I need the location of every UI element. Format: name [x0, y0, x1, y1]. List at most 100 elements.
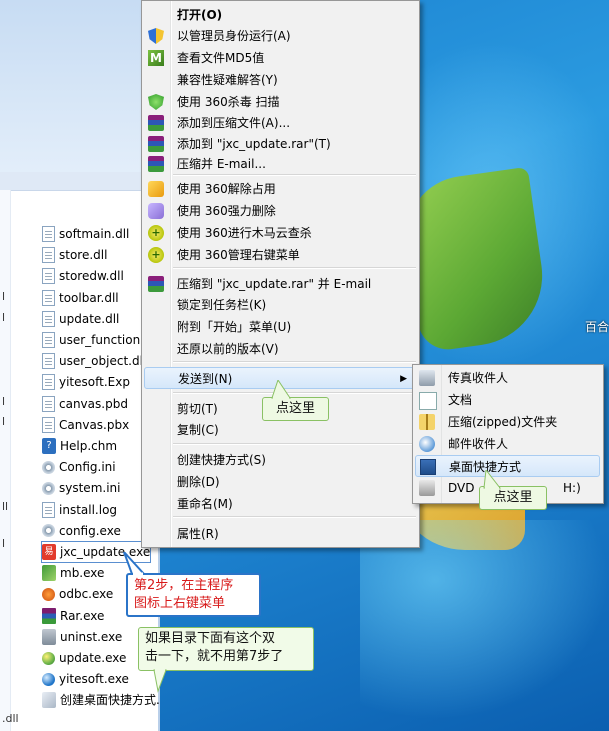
file-item-user-object-dll[interactable]: user_object.dll [42, 351, 146, 371]
menu-item-19[interactable]: 复制(C) [144, 419, 416, 441]
file-item-config-ini[interactable]: Config.ini [42, 457, 116, 477]
file-item-uninst-exe[interactable]: uninst.exe [42, 627, 122, 647]
file-icon [42, 607, 56, 624]
menu-item-label: 附到「开始」菜单(U) [177, 320, 292, 334]
menu-item-13[interactable]: 压缩到 "jxc_update.rar" 并 E-mail [144, 273, 416, 295]
send-to-item-label: 传真收件人 [448, 371, 509, 385]
menu-item-label: 使用 360强力删除 [177, 204, 276, 218]
callout-tip-shortcut: 如果目录下面有这个双 击一下，就不用第7步了 [138, 627, 314, 671]
callout-pointer [123, 552, 147, 576]
file-name: config.exe [59, 523, 121, 538]
file-item-softmain-dll[interactable]: softmain.dll [42, 224, 129, 244]
desktop-icon-label[interactable]: 百合 [585, 318, 609, 335]
menu-item-label: 打开(O) [177, 8, 223, 22]
menu-item-label: 发送到(N) [178, 372, 233, 386]
file-item-install-log[interactable]: install.log [42, 500, 117, 520]
file-item-store-dll[interactable]: store.dll [42, 245, 107, 265]
file-name: 创建桌面快捷方式.exe [60, 693, 160, 708]
send-to-item-1[interactable]: 传真收件人 [415, 367, 600, 389]
file-item-yitesoft-exp[interactable]: yitesoft.Exp [42, 372, 130, 392]
menu-item-label: 删除(D) [177, 475, 220, 489]
send-to-submenu: 传真收件人 文档 压缩(zipped)文件夹 邮件收件人 桌面快捷方式 DVD H:) [412, 364, 604, 504]
rarbooks-icon [148, 136, 164, 152]
file-item-storedw-dll[interactable]: storedw.dll [42, 266, 124, 286]
menu-item-label: 压缩并 E-mail... [177, 157, 266, 171]
file-icon [42, 481, 55, 495]
menu-item-label: 还原以前的版本(V) [177, 342, 279, 356]
menu-item-label: 使用 360进行木马云查杀 [177, 226, 312, 240]
send-to-item-3[interactable]: 压缩(zipped)文件夹 [415, 411, 600, 433]
file-item-user-function[interactable]: user_function... [42, 330, 152, 350]
file-item-update-exe[interactable]: update.exe [42, 648, 126, 668]
menu-item-label: 添加到压缩文件(A)... [177, 116, 291, 130]
file-item-system-ini[interactable]: system.ini [42, 478, 120, 498]
menu-item-label: 添加到 "jxc_update.rar"(T) [177, 137, 331, 151]
file-name: user_function... [59, 333, 152, 347]
unlock-icon [148, 181, 164, 197]
menu-item-16[interactable]: 还原以前的版本(V) [144, 338, 416, 360]
file-item-yitesoft-exe[interactable]: yitesoft.exe [42, 669, 129, 689]
menu-item-14[interactable]: 锁定到任务栏(K) [144, 294, 416, 316]
menu-item-1[interactable]: 打开(O) [144, 4, 416, 26]
file-name: uninst.exe [60, 629, 123, 644]
menu-item-21[interactable]: 删除(D) [144, 471, 416, 493]
menu-item-23[interactable]: 属性(R) [144, 523, 416, 545]
eraser-icon [148, 203, 164, 219]
callout-click-here-send-to: 点这里 [262, 397, 329, 421]
left-column-label: l [2, 415, 6, 428]
file-item-config-exe[interactable]: config.exe [42, 521, 121, 541]
menu-item-15[interactable]: 附到「开始」菜单(U) [144, 316, 416, 338]
file-icon [42, 289, 55, 306]
menu-item-20[interactable]: 创建快捷方式(S) [144, 449, 416, 471]
menu-item-5[interactable]: 使用 360杀毒 扫描 [144, 91, 416, 113]
file-name: mb.exe [60, 566, 105, 581]
file-name: storedw.dll [59, 269, 124, 284]
file-icon [42, 587, 55, 601]
menu-item-2[interactable]: 以管理员身份运行(A) [144, 25, 416, 47]
file-icon: 易 [42, 544, 56, 560]
menu-item-3[interactable]: M 查看文件MD5值 [144, 47, 416, 69]
menu-item-10[interactable]: 使用 360强力删除 [144, 200, 416, 222]
menu-item-11[interactable]: + 使用 360进行木马云查杀 [144, 222, 416, 244]
file-name: toolbar.dll [59, 290, 119, 305]
file-icon [42, 501, 55, 518]
file-name: softmain.dll [59, 227, 130, 241]
file-item-rar-exe[interactable]: Rar.exe [42, 606, 104, 626]
menu-separator [173, 443, 416, 445]
file-icon [42, 565, 56, 582]
file-item-exe[interactable]: 创建桌面快捷方式.exe [42, 690, 160, 710]
file-item-canvas-pbd[interactable]: canvas.pbd [42, 394, 128, 414]
menu-item-9[interactable]: 使用 360解除占用 [144, 178, 416, 200]
menu-item-22[interactable]: 重命名(M) [144, 493, 416, 515]
rarbooks-icon [148, 115, 164, 131]
file-item-canvas-pbx[interactable]: Canvas.pbx [42, 415, 129, 435]
send-to-item-2[interactable]: 文档 [415, 389, 600, 411]
menu-item-label: 压缩到 "jxc_update.rar" 并 E-mail [177, 277, 372, 291]
file-name: yitesoft.exe [59, 672, 129, 687]
file-item-help-chm[interactable]: ? Help.chm [42, 436, 117, 456]
menu-item-12[interactable]: + 使用 360管理右键菜单 [144, 244, 416, 266]
file-item-odbc-exe[interactable]: odbc.exe [42, 584, 113, 604]
send-to-item-4[interactable]: 邮件收件人 [415, 433, 600, 455]
file-item-update-dll[interactable]: update.dll [42, 309, 119, 329]
file-icon: ? [42, 438, 56, 454]
file-item-mb-exe[interactable]: mb.exe [42, 563, 104, 583]
menu-item-6[interactable]: 添加到压缩文件(A)... [144, 112, 416, 134]
file-item-toolbar-dll[interactable]: toolbar.dll [42, 288, 119, 308]
left-column-label: l [2, 395, 6, 408]
fax-icon [419, 370, 435, 386]
file-name: store.dll [59, 248, 108, 263]
menu-item-label: 查看文件MD5值 [177, 51, 265, 65]
left-column-label: l [2, 290, 6, 303]
menu-item-label: 剪切(T) [177, 402, 218, 416]
callout-text: 点这里 [493, 490, 533, 505]
explorer-column-header[interactable] [0, 172, 160, 191]
menu-item-label: 兼容性疑难解答(Y) [177, 73, 278, 87]
file-icon [42, 692, 56, 709]
file-name: Help.chm [60, 439, 118, 453]
menu-item-7[interactable]: 添加到 "jxc_update.rar"(T) [144, 133, 416, 155]
menu-item-8[interactable]: 压缩并 E-mail... [144, 153, 416, 175]
file-icon [42, 672, 55, 686]
menu-item-label: 创建快捷方式(S) [177, 453, 266, 467]
menu-item-4[interactable]: 兼容性疑难解答(Y) [144, 69, 416, 91]
